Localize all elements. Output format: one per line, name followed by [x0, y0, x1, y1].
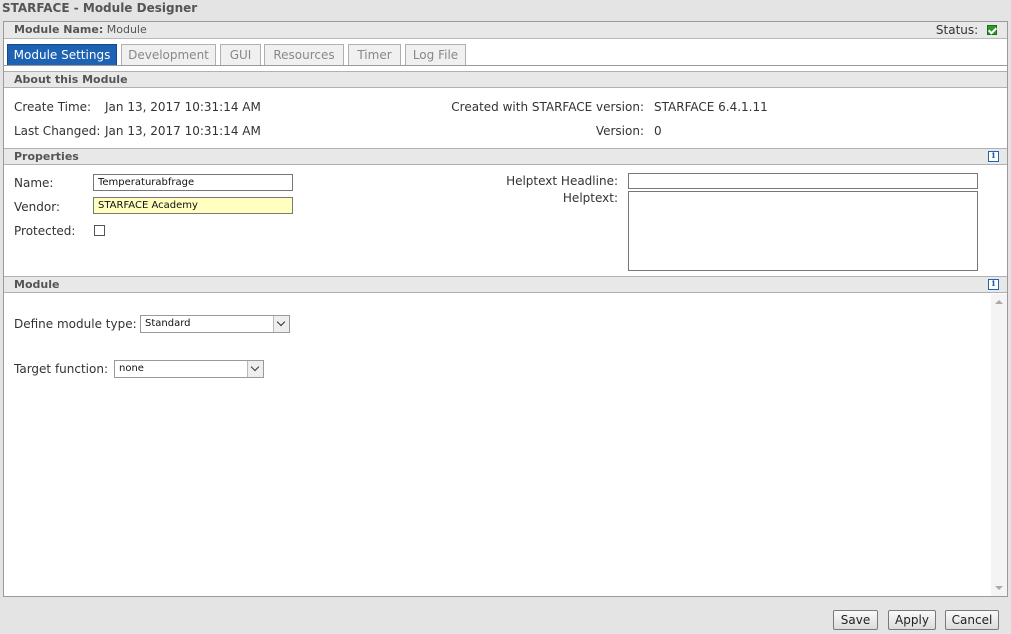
properties-info-icon[interactable]: i — [988, 151, 999, 162]
vendor-label: Vendor: — [14, 200, 60, 214]
module-designer-frame: Module Name: Module Status: Module Setti… — [3, 21, 1008, 597]
helptext-textarea[interactable] — [628, 191, 978, 271]
about-section-header: About this Module — [4, 71, 1007, 88]
scroll-up-icon[interactable] — [995, 300, 1003, 304]
name-input[interactable]: Temperaturabfrage — [93, 174, 293, 191]
last-changed-value: Jan 13, 2017 10:31:14 AM — [105, 124, 261, 138]
name-label: Name: — [14, 176, 54, 190]
version-label: Version: — [595, 124, 644, 138]
status-label: Status: — [935, 23, 979, 37]
status-indicator: Status: — [936, 22, 997, 39]
created-with-value: STARFACE 6.4.1.11 — [654, 100, 768, 114]
module-header: Module Name: Module Status: — [4, 22, 1007, 39]
created-with-label: Created with STARFACE version: — [451, 100, 644, 114]
save-button[interactable]: Save — [833, 610, 878, 630]
properties-section-header: Properties i — [4, 148, 1007, 165]
module-section-title: Module — [14, 278, 60, 291]
target-function-selected: none — [119, 363, 144, 374]
version-value: 0 — [654, 124, 662, 138]
tab-module-settings[interactable]: Module Settings — [7, 44, 117, 65]
tab-log-file[interactable]: Log File — [405, 44, 466, 65]
protected-checkbox[interactable] — [94, 225, 105, 236]
tab-divider — [4, 65, 1007, 66]
about-section-title: About this Module — [14, 73, 128, 86]
vendor-input[interactable]: STARFACE Academy — [93, 197, 293, 214]
chevron-down-icon[interactable] — [247, 361, 263, 377]
properties-section-title: Properties — [14, 150, 79, 163]
status-ok-check-icon — [987, 24, 997, 35]
protected-label: Protected: — [14, 224, 76, 238]
helptext-headline-input[interactable] — [628, 173, 978, 189]
helptext-label: Helptext: — [562, 191, 618, 205]
module-section-header: Module i — [4, 276, 1007, 293]
tab-timer[interactable]: Timer — [348, 44, 401, 65]
module-info-icon[interactable]: i — [988, 279, 999, 290]
tab-resources[interactable]: Resources — [264, 44, 344, 65]
create-time-label: Create Time: — [14, 100, 92, 114]
apply-button[interactable]: Apply — [888, 610, 936, 630]
tab-gui[interactable]: GUI — [220, 44, 261, 65]
create-time-value: Jan 13, 2017 10:31:14 AM — [105, 100, 261, 114]
chevron-down-icon[interactable] — [273, 316, 289, 332]
window-title: STARFACE - Module Designer — [2, 1, 198, 15]
module-type-select[interactable]: Standard — [140, 315, 290, 333]
last-changed-label: Last Changed: — [14, 124, 101, 138]
module-name-value: Module — [106, 23, 147, 36]
tab-development[interactable]: Development — [121, 44, 216, 65]
scroll-down-icon[interactable] — [995, 586, 1003, 590]
module-type-selected: Standard — [145, 318, 191, 329]
module-scrollbar[interactable] — [991, 294, 1007, 596]
target-function-select[interactable]: none — [114, 360, 264, 378]
target-function-label: Target function: — [14, 362, 109, 376]
helptext-headline-label: Helptext Headline: — [506, 174, 618, 188]
cancel-button[interactable]: Cancel — [945, 610, 999, 630]
module-name-label: Module Name: — [14, 23, 104, 36]
define-type-label: Define module type: — [14, 317, 137, 331]
